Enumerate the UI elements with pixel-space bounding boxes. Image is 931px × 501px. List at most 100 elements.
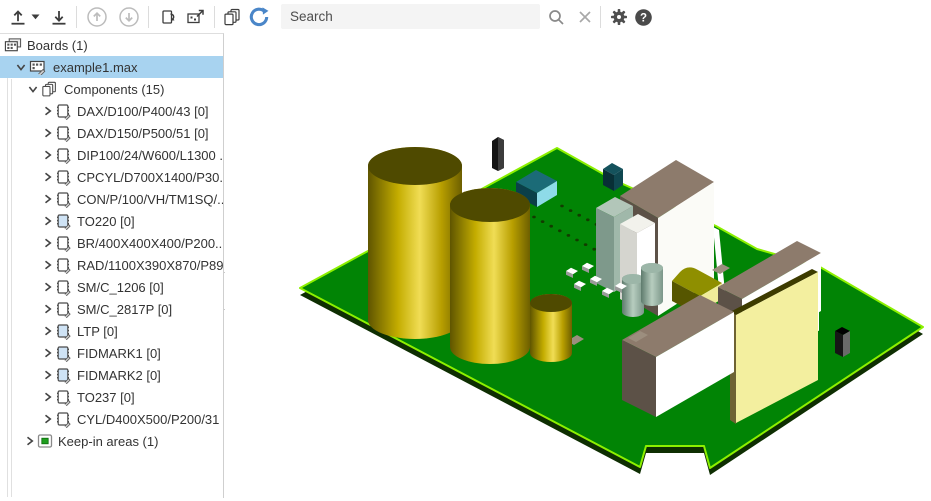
- chevron-right-icon[interactable]: [44, 348, 52, 358]
- chevron-right-icon[interactable]: [44, 194, 52, 204]
- settings-gear-icon: [609, 7, 629, 27]
- black-pin[interactable]: [492, 137, 504, 171]
- tree-component-row[interactable]: BR/400X400X400/P200...: [0, 232, 223, 254]
- upload-menu-button[interactable]: [28, 4, 42, 30]
- open-board-external-icon: [186, 8, 206, 27]
- component-icon: [55, 191, 72, 208]
- component-label: TO220 [0]: [77, 214, 135, 229]
- tree-node-keepin[interactable]: Keep-in areas (1): [0, 430, 223, 452]
- small-gold-capacitor[interactable]: [530, 294, 572, 362]
- 3d-scene[interactable]: [225, 33, 931, 498]
- svg-text:?: ?: [639, 12, 646, 24]
- reload-button[interactable]: [246, 4, 272, 30]
- tree-component-row[interactable]: TO237 [0]: [0, 386, 223, 408]
- chevron-right-icon[interactable]: [44, 414, 52, 424]
- component-label: DIP100/24/W600/L1300 ...: [77, 148, 224, 163]
- copy-document-arrow-icon: [159, 8, 178, 27]
- keep-in-area-icon: [37, 433, 53, 449]
- large-gold-capacitor-1[interactable]: [368, 147, 462, 339]
- chevron-right-icon[interactable]: [44, 172, 52, 182]
- chevron-right-icon[interactable]: [44, 326, 52, 336]
- component-label: RAD/1100X390X870/P89...: [77, 258, 224, 273]
- tree-component-row[interactable]: RAD/1100X390X870/P89...: [0, 254, 223, 276]
- component-label: CPCYL/D700X1400/P30...: [77, 170, 224, 185]
- tree-node-board-file[interactable]: example1.max: [0, 56, 223, 78]
- component-icon: [55, 345, 72, 362]
- chevron-right-icon[interactable]: [44, 106, 52, 116]
- toolbar-separator: [600, 6, 601, 28]
- chevron-down-icon[interactable]: [16, 63, 26, 72]
- model-tree-panel: Boards (1) example1.max Components (15): [0, 33, 224, 498]
- component-label: CYL/D400X500/P200/31 ...: [77, 412, 224, 427]
- chevron-right-icon[interactable]: [44, 304, 52, 314]
- component-label: LTP [0]: [77, 324, 118, 339]
- component-label: FIDMARK1 [0]: [77, 346, 161, 361]
- tree-component-row[interactable]: FIDMARK1 [0]: [0, 342, 223, 364]
- tree-node-components[interactable]: Components (15): [0, 78, 223, 100]
- search-button[interactable]: [543, 4, 569, 30]
- tree-component-row[interactable]: CYL/D400X500/P200/31 ...: [0, 408, 223, 430]
- upload-icon: [9, 8, 27, 26]
- component-icon: [55, 169, 72, 186]
- tree-component-row[interactable]: DAX/D100/P400/43 [0]: [0, 100, 223, 122]
- component-label: CON/P/100/VH/TM1SQ/...: [77, 192, 224, 207]
- 3d-viewport[interactable]: [225, 33, 931, 498]
- component-list: DAX/D100/P400/43 [0] DAX/D150/P500/51 [0…: [0, 100, 223, 430]
- chevron-right-icon[interactable]: [44, 128, 52, 138]
- components-stack-button[interactable]: [220, 4, 246, 30]
- chevron-right-icon[interactable]: [26, 436, 34, 446]
- chevron-right-icon[interactable]: [44, 392, 52, 402]
- component-icon: [55, 301, 72, 318]
- component-icon: [55, 323, 72, 340]
- component-label: FIDMARK2 [0]: [77, 368, 161, 383]
- component-icon: [55, 367, 72, 384]
- component-label: DAX/D100/P400/43 [0]: [77, 104, 209, 119]
- tree-component-row[interactable]: CON/P/100/VH/TM1SQ/...: [0, 188, 223, 210]
- board-file-label: example1.max: [53, 60, 138, 75]
- tree-component-row[interactable]: SM/C_1206 [0]: [0, 276, 223, 298]
- component-icon: [55, 389, 72, 406]
- tree-component-row[interactable]: FIDMARK2 [0]: [0, 364, 223, 386]
- download-button[interactable]: [46, 4, 72, 30]
- caret-down-icon: [31, 14, 40, 20]
- large-gold-capacitor-2[interactable]: [450, 188, 530, 364]
- help-button[interactable]: ?: [630, 4, 656, 30]
- help-icon: ?: [634, 8, 653, 27]
- clear-search-button[interactable]: [572, 4, 598, 30]
- sage-cylinder-2[interactable]: [641, 263, 663, 306]
- toolbar-separator: [214, 6, 215, 28]
- small-black-component[interactable]: [835, 327, 850, 357]
- tree-node-boards[interactable]: Boards (1): [0, 34, 223, 56]
- components-label: Components (15): [64, 82, 164, 97]
- chevron-right-icon[interactable]: [44, 282, 52, 292]
- component-label: SM/C_2817P [0]: [77, 302, 172, 317]
- search-input[interactable]: [281, 4, 540, 29]
- reload-icon: [248, 6, 270, 28]
- tree-component-row[interactable]: SM/C_2817P [0]: [0, 298, 223, 320]
- toolbar-separator: [76, 6, 77, 28]
- component-label: TO237 [0]: [77, 390, 135, 405]
- toolbar-separator: [148, 6, 149, 28]
- component-icon: [55, 235, 72, 252]
- settings-button[interactable]: [606, 4, 632, 30]
- boards-stack-icon: [4, 37, 22, 54]
- chevron-right-icon[interactable]: [44, 216, 52, 226]
- open-board-external-button[interactable]: [183, 4, 209, 30]
- tree-component-row[interactable]: TO220 [0]: [0, 210, 223, 232]
- chevron-right-icon[interactable]: [44, 370, 52, 380]
- component-label: SM/C_1206 [0]: [77, 280, 164, 295]
- component-icon: [55, 125, 72, 142]
- move-up-button[interactable]: [84, 4, 110, 30]
- chevron-right-icon[interactable]: [44, 238, 52, 248]
- tree-component-row[interactable]: LTP [0]: [0, 320, 223, 342]
- chevron-down-icon[interactable]: [28, 85, 38, 94]
- sage-cylinder-1[interactable]: [622, 274, 644, 317]
- tree-component-row[interactable]: DIP100/24/W600/L1300 ...: [0, 144, 223, 166]
- chevron-right-icon[interactable]: [44, 150, 52, 160]
- tree-component-row[interactable]: CPCYL/D700X1400/P30...: [0, 166, 223, 188]
- move-down-button[interactable]: [116, 4, 142, 30]
- tree-component-row[interactable]: DAX/D150/P500/51 [0]: [0, 122, 223, 144]
- chevron-right-icon[interactable]: [44, 260, 52, 270]
- clear-x-icon: [578, 10, 592, 24]
- copy-document-button[interactable]: [155, 4, 181, 30]
